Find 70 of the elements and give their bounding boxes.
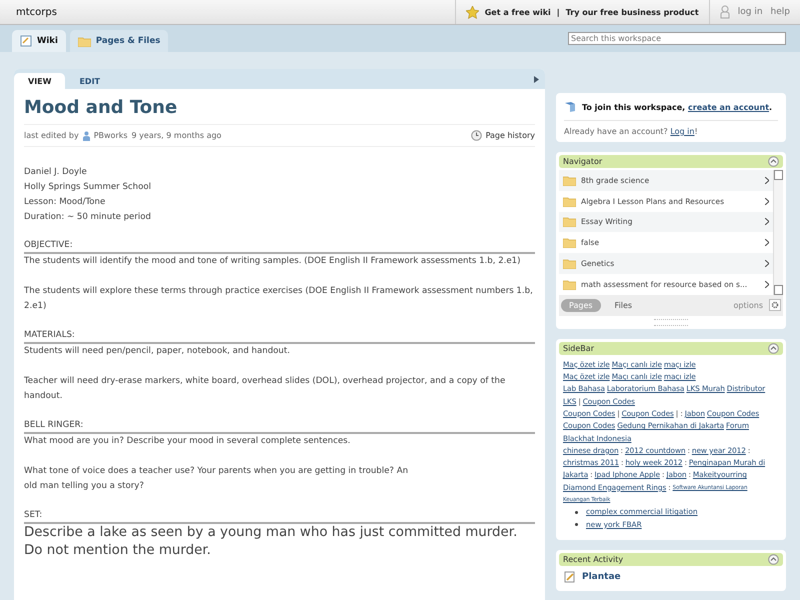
- folder-icon: [563, 196, 576, 207]
- intro-line: Holly Springs Summer School: [24, 181, 152, 194]
- paragraph: Teacher will need dry-erase markers, white board, overhead slides (DOL), overhead projector, and a copy of the handout.: [24, 375, 506, 403]
- folder-icon: [78, 36, 91, 46]
- page-tab[interactable]: EDIT: [65, 73, 114, 89]
- panel-title: Recent Activity: [563, 554, 624, 564]
- login-link[interactable]: log in: [738, 7, 763, 17]
- login-link[interactable]: Log in: [670, 127, 694, 136]
- paragraph: Students will need pen/pencil, paper, notebook, and handout.: [24, 345, 291, 358]
- page-edit-icon: [564, 570, 576, 583]
- create-account-link[interactable]: create an account: [688, 102, 770, 112]
- panel-title: SideBar: [563, 344, 594, 353]
- section-heading: SET:: [24, 509, 535, 524]
- paragraph: The students will identify the mood and tone of writing samples. (DOE English II Framework assessments 1.b, 2.e1): [24, 255, 522, 268]
- nav-tab[interactable]: Pages & Files: [70, 30, 168, 52]
- paragraph: What tone of voice does a teacher use? Your parents when you are getting in trouble? An old man telling you a story?: [24, 465, 410, 493]
- user-icon: [720, 5, 730, 19]
- panel-title: Navigator: [563, 157, 602, 166]
- user-icon: [82, 130, 90, 140]
- bullet-icon: [575, 523, 578, 526]
- edited-time: 9 years, 9 months ago: [132, 131, 222, 140]
- chevron-icon: [765, 218, 769, 226]
- resize-grip[interactable]: [654, 318, 688, 326]
- collapse-icon[interactable]: [768, 554, 779, 565]
- search-field[interactable]: Search this workspace: [568, 32, 786, 45]
- page-tab[interactable]: VIEW: [14, 73, 66, 89]
- login-text: Already have an account? Log in!: [564, 126, 699, 136]
- paragraph: The students will explore these terms through practice exercises (DOE English II Framework assessment numbers 1.b, 2.e1): [24, 285, 534, 313]
- pages-files-toggle[interactable]: Files: [606, 298, 640, 312]
- editor-link[interactable]: PBworks: [94, 131, 128, 140]
- page-icon: [20, 35, 32, 47]
- collapse-icon[interactable]: [768, 342, 779, 354]
- edited-label: last edited by: [24, 131, 79, 140]
- settings-button[interactable]: [769, 299, 781, 312]
- flag-icon: [564, 101, 576, 113]
- section-heading: MATERIALS:: [24, 329, 535, 344]
- bullet-icon: [575, 510, 578, 514]
- join-text: To join this workspace, create an account.: [582, 102, 772, 112]
- settings-icon: [771, 301, 779, 310]
- paragraph: Describe a lake as seen by a young man who has just committed murder. Do not mention the murder.: [24, 524, 518, 560]
- intro-line: Daniel J. Doyle: [24, 166, 88, 179]
- scrollbar[interactable]: [773, 170, 783, 295]
- expand-arrow-icon[interactable]: [534, 76, 539, 82]
- section-heading: OBJECTIVE:: [24, 239, 535, 254]
- help-link[interactable]: help: [770, 7, 790, 17]
- section-heading: BELL RINGER:: [24, 419, 535, 434]
- chevron-icon: [765, 280, 769, 288]
- chevron-icon: [765, 239, 769, 246]
- folder-icon: [563, 216, 576, 228]
- page-title: Mood and Tone: [24, 89, 535, 125]
- chevron-icon: [765, 176, 769, 184]
- nav-tab[interactable]: Wiki: [12, 30, 66, 52]
- free-wiki-link[interactable]: Get a free wiki: [484, 8, 551, 16]
- chevron-icon: [765, 260, 769, 268]
- folder-icon: [563, 258, 576, 270]
- folder-icon: [563, 237, 576, 248]
- page-history-link[interactable]: Page history: [486, 131, 535, 140]
- intro-line: Lesson: Mood/Tone: [24, 196, 106, 209]
- separator: |: [556, 8, 560, 16]
- clock-icon: [470, 130, 482, 141]
- folder-icon: [563, 278, 576, 290]
- folder-icon: [563, 174, 576, 186]
- star-icon: [466, 6, 479, 18]
- intro-line: Duration: ~ 50 minute period: [24, 211, 152, 224]
- activity-link[interactable]: Plantae: [582, 572, 621, 582]
- site-name[interactable]: mtcorps: [0, 6, 455, 18]
- collapse-icon[interactable]: [768, 156, 779, 167]
- paragraph: What mood are you in? Describe your mood in several complete sentences.: [24, 435, 352, 448]
- chevron-icon: [765, 198, 769, 205]
- business-product-link[interactable]: Try our free business product: [566, 8, 699, 16]
